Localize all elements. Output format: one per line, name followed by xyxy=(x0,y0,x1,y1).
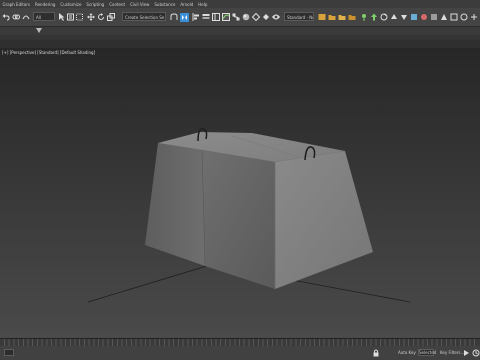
render-setup-icon[interactable] xyxy=(252,11,260,23)
concrete-block-mesh[interactable] xyxy=(145,128,373,289)
time-config-icon[interactable] xyxy=(472,347,480,359)
ribbon-separator xyxy=(0,40,480,48)
block-front-face xyxy=(202,150,275,289)
plugin-g-icon[interactable] xyxy=(470,11,478,23)
menu-civil-view[interactable]: Civil View xyxy=(128,2,152,7)
select-by-name-icon[interactable] xyxy=(67,11,74,23)
block-right-face xyxy=(275,151,373,289)
toggle-scene-explorer-icon[interactable] xyxy=(212,11,220,23)
arrow-up-icon[interactable] xyxy=(370,11,378,23)
plugin-d-icon[interactable] xyxy=(440,11,448,23)
menu-substance[interactable]: Substance xyxy=(152,2,178,7)
menu-scripting[interactable]: Scripting xyxy=(84,2,107,7)
plugin-a-icon[interactable] xyxy=(410,11,418,23)
menu-customize[interactable]: Customize xyxy=(58,2,84,7)
ribbon-toggle-icon[interactable] xyxy=(36,28,42,33)
plugin-b-icon[interactable] xyxy=(420,11,428,23)
menu-graph-editors[interactable]: Graph Editors xyxy=(0,2,32,7)
key-filters-button[interactable]: Key Filters... xyxy=(440,350,464,355)
ribbon xyxy=(0,27,480,41)
save-folder-icon[interactable] xyxy=(338,11,346,23)
menu-rendering[interactable]: Rendering xyxy=(32,2,57,7)
undo-icon[interactable] xyxy=(2,11,10,23)
material-editor-icon[interactable] xyxy=(242,11,250,23)
link-icon[interactable] xyxy=(12,11,20,23)
lock-selection-icon[interactable] xyxy=(372,347,380,359)
menu-bar: Graph Editors Rendering Customize Script… xyxy=(0,0,480,8)
sync-icon[interactable] xyxy=(380,11,388,23)
menu-content[interactable]: Content xyxy=(107,2,128,7)
status-bar: Auto Key Selected Key Filters... xyxy=(0,346,480,360)
viewport-scene xyxy=(87,128,411,303)
render-frame-window-icon[interactable] xyxy=(262,11,270,23)
main-toolbar: All Create Selection Se Standard - N xyxy=(0,8,480,27)
move-icon[interactable] xyxy=(87,11,95,23)
scale-icon[interactable] xyxy=(107,11,115,23)
mirror-icon[interactable] xyxy=(180,11,189,23)
select-object-icon[interactable] xyxy=(58,11,65,23)
bind-space-warp-icon[interactable] xyxy=(22,11,30,23)
plugin-e-icon[interactable] xyxy=(450,11,458,23)
named-selection-set-field[interactable]: Create Selection Se xyxy=(122,12,166,21)
nav-up-icon[interactable] xyxy=(390,11,398,23)
schematic-view-icon[interactable] xyxy=(232,11,240,23)
selection-filter-dropdown[interactable]: All xyxy=(33,12,55,21)
project-folder-icon[interactable] xyxy=(348,11,356,23)
plugin-f-icon[interactable] xyxy=(460,11,468,23)
curve-editor-icon[interactable] xyxy=(222,11,230,23)
align-icon[interactable] xyxy=(192,11,200,23)
pin-icon[interactable] xyxy=(360,11,368,23)
rotate-icon[interactable] xyxy=(97,11,105,23)
rectangular-selection-icon[interactable] xyxy=(76,11,83,23)
plugin-c-icon[interactable] xyxy=(430,11,438,23)
auto-key-label[interactable]: Auto Key xyxy=(398,350,416,355)
open-folder-icon[interactable] xyxy=(328,11,336,23)
nav-down-icon[interactable] xyxy=(400,11,408,23)
menu-help[interactable]: Help xyxy=(196,2,210,7)
maxscript-listener-icon[interactable] xyxy=(4,349,14,356)
block-left-face xyxy=(145,143,205,266)
render-production-icon[interactable] xyxy=(272,11,280,23)
workspace-dropdown[interactable]: Standard - No Al xyxy=(284,12,314,21)
play-icon[interactable] xyxy=(462,347,470,359)
selected-label: Selected xyxy=(419,350,437,355)
menu-arnold[interactable]: Arnold xyxy=(178,2,196,7)
snap-toggle-icon[interactable] xyxy=(170,11,178,23)
path-icon[interactable] xyxy=(318,11,326,23)
layer-explorer-icon[interactable] xyxy=(202,11,210,23)
